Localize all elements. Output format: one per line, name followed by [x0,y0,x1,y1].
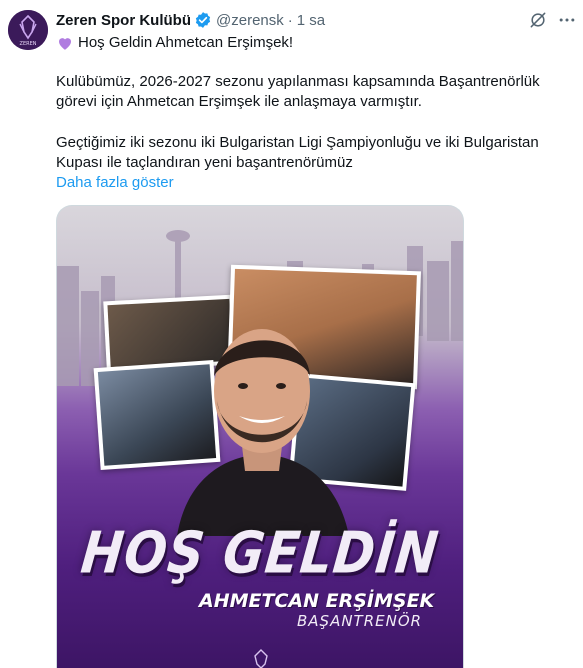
grok-icon[interactable] [528,10,548,30]
poster-logo-icon [254,649,268,668]
tweet-header: Zeren Spor Kulübü @zerensk · 1 sa [56,10,325,30]
show-more-link[interactable]: Daha fazla göster [56,173,174,193]
display-name[interactable]: Zeren Spor Kulübü [56,12,191,29]
tweet-paragraph-1: Kulübümüz, 2026-2027 sezonu yapılanması … [56,73,540,110]
handle[interactable]: @zerensk [216,12,284,29]
tweet-paragraph-2: Geçtiğimiz iki sezonu iki Bulgaristan Li… [56,134,539,171]
poster-coach-name: AHMETCAN ERŞİMŞEK [199,590,435,612]
verified-badge-icon [194,11,212,29]
avatar[interactable]: ZEREN [8,10,48,50]
timestamp[interactable]: 1 sa [297,12,325,29]
avatar-text: ZEREN [20,41,37,47]
more-options-icon[interactable] [557,10,577,30]
poster-title: HOŞ GELDİN [78,519,442,587]
tweet-first-line: Hoş Geldin Ahmetcan Erşimşek! [56,33,566,53]
first-line-text: Hoş Geldin Ahmetcan Erşimşek! [78,34,294,51]
club-logo: ZEREN [8,10,48,50]
purple-heart-icon [56,34,74,52]
tweet-media-image[interactable]: HOŞ GELDİN AHMETCAN ERŞİMŞEK BAŞANTRENÖR [56,205,464,668]
coach-portrait [177,329,349,536]
poster-coach-role: BAŞANTRENÖR [297,612,423,630]
separator-dot: · [287,11,293,29]
